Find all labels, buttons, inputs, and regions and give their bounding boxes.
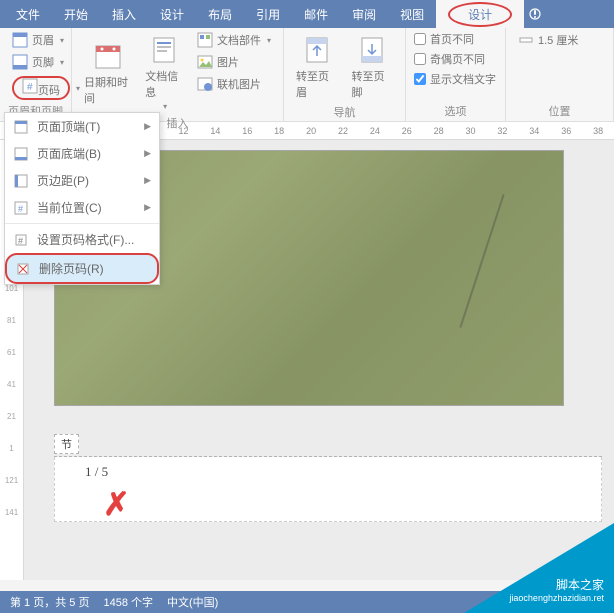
show-document-text-checkbox[interactable]: 显示文档文字 [414, 70, 496, 88]
group-navigation-label: 导航 [292, 104, 397, 122]
different-first-page-checkbox[interactable]: 首页不同 [414, 30, 496, 48]
dd-current-position[interactable]: #当前位置(C)▶ [5, 194, 159, 221]
svg-text:#: # [18, 204, 23, 214]
goto-footer-button[interactable]: 转至页脚 [348, 30, 398, 104]
docinfo-button[interactable]: 文档信息 [141, 30, 187, 115]
tab-references[interactable]: 引用 [244, 0, 292, 28]
status-language[interactable]: 中文(中国) [167, 594, 218, 610]
page-margins-icon [13, 173, 29, 189]
dd-remove-page-numbers[interactable]: 删除页码(R) [5, 253, 159, 284]
remove-icon [15, 261, 31, 277]
tab-header-footer-design[interactable]: 设计 [436, 0, 524, 28]
group-position-label: 位置 [514, 103, 605, 121]
status-word-count[interactable]: 1458 个字 [103, 594, 153, 610]
tell-me-icon[interactable] [528, 7, 542, 21]
section-break-label: 节 [54, 434, 79, 454]
tab-home[interactable]: 开始 [52, 0, 100, 28]
group-options-label: 选项 [414, 103, 497, 121]
goto-header-button[interactable]: 转至页眉 [292, 30, 342, 104]
quickparts-icon [197, 32, 213, 48]
docinfo-icon [148, 34, 180, 66]
tab-mailings[interactable]: 邮件 [292, 0, 340, 28]
dd-top-of-page[interactable]: 页面顶端(T)▶ [5, 113, 159, 140]
online-pictures-button[interactable]: 联机图片 [193, 74, 275, 94]
datetime-button[interactable]: 日期和时间 [80, 30, 135, 115]
tab-review[interactable]: 审阅 [340, 0, 388, 28]
footer-icon [12, 54, 28, 70]
page-top-icon [13, 119, 29, 135]
tab-file[interactable]: 文件 [4, 0, 52, 28]
tab-design[interactable]: 设计 [148, 0, 196, 28]
header-icon [12, 32, 28, 48]
goto-footer-icon [356, 34, 388, 66]
page-number-dropdown: 页面顶端(T)▶ 页面底端(B)▶ 页边距(P)▶ #当前位置(C)▶ #设置页… [4, 112, 160, 285]
page-number-text: 1 / 5 [85, 464, 108, 479]
goto-header-icon [301, 34, 333, 66]
watermark-text: 脚本之家 jiaochenghzhazidian.ret [509, 578, 604, 605]
dd-format-page-numbers[interactable]: #设置页码格式(F)... [5, 226, 159, 253]
page-number-icon: # [22, 78, 38, 94]
dd-page-margins[interactable]: 页边距(P)▶ [5, 167, 159, 194]
quickparts-button[interactable]: 文档部件 [193, 30, 275, 50]
pictures-icon [197, 54, 213, 70]
ribbon-tab-bar: 文件 开始 插入 设计 布局 引用 邮件 审阅 视图 设计 [0, 0, 614, 28]
calendar-icon [92, 40, 124, 72]
tab-layout[interactable]: 布局 [196, 0, 244, 28]
different-odd-even-checkbox[interactable]: 奇偶页不同 [414, 50, 496, 68]
page-footer-area[interactable]: 1 / 5 ✗ [54, 457, 602, 522]
page-current-icon: # [13, 200, 29, 216]
tab-view[interactable]: 视图 [388, 0, 436, 28]
page-bottom-icon [13, 146, 29, 162]
online-pictures-icon [197, 76, 213, 92]
ruler-icon [518, 32, 534, 48]
svg-text:#: # [27, 82, 33, 93]
annotation-x-mark: ✗ [103, 485, 130, 523]
tab-insert[interactable]: 插入 [100, 0, 148, 28]
format-icon: # [13, 232, 29, 248]
dd-bottom-of-page[interactable]: 页面底端(B)▶ [5, 140, 159, 167]
svg-text:#: # [18, 236, 23, 246]
status-page[interactable]: 第 1 页，共 5 页 [10, 594, 89, 610]
ribbon: 页眉 页脚 #页码 页眉和页脚 日期和时间 文档信息 文档部件 图片 联机图片 … [0, 28, 614, 122]
pictures-button[interactable]: 图片 [193, 52, 275, 72]
header-from-top-field[interactable]: 1.5 厘米 [514, 30, 582, 50]
